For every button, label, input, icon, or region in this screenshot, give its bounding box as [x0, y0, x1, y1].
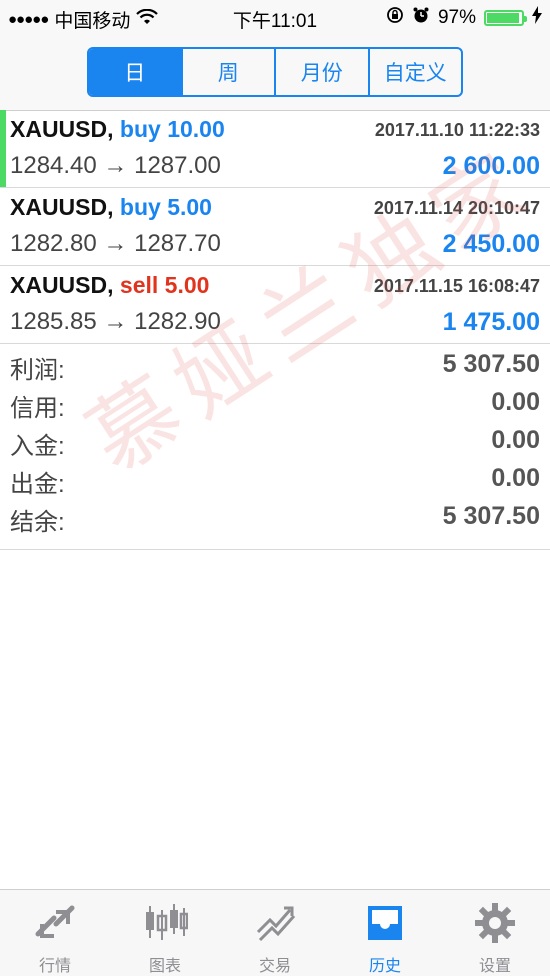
trade-profit: 2 600.00	[442, 152, 540, 180]
tab-label: 行情	[38, 958, 71, 975]
history-icon	[362, 900, 408, 946]
summary-value: 0.00	[491, 426, 540, 454]
trade-symbol: XAUUSD,	[10, 194, 114, 220]
tab-label: 图表	[148, 958, 181, 975]
period-bar: 日 周 月份 自定义	[0, 36, 550, 111]
trade-list: XAUUSD, buy 10.00 2017.11.10 11:22:33 12…	[0, 110, 550, 344]
trade-volume: 5.00	[164, 272, 210, 298]
segment-day[interactable]: 日	[89, 49, 181, 95]
segment-month[interactable]: 月份	[274, 49, 368, 95]
segment-week[interactable]: 周	[180, 49, 275, 95]
summary-label: 结余:	[10, 509, 65, 536]
tab-label: 历史	[368, 958, 401, 975]
battery-fill	[487, 13, 519, 23]
summary-row-withdrawal: 出金: 0.00	[0, 458, 550, 498]
trade-side: buy	[119, 194, 161, 220]
status-right: 97%	[386, 6, 542, 30]
trade-profit: 1 475.00	[442, 308, 540, 336]
trade-row[interactable]: XAUUSD, buy 5.00 2017.11.14 20:10:47 128…	[0, 188, 550, 266]
chart-icon	[142, 900, 188, 946]
status-bar: ●●●●● 中国移动 下午11:01 97%	[0, 0, 550, 36]
quotes-icon	[32, 900, 78, 946]
tab-quotes[interactable]: 行情	[0, 890, 110, 976]
trade-profit: 2 450.00	[442, 230, 540, 258]
charging-icon	[532, 6, 542, 30]
trade-row[interactable]: XAUUSD, buy 10.00 2017.11.10 11:22:33 12…	[0, 110, 550, 188]
summary-value: 0.00	[491, 464, 540, 492]
trade-side: sell	[119, 272, 159, 298]
tab-bar: 行情 图表 交易 历史 设置	[0, 889, 550, 976]
summary-label: 出金:	[10, 471, 65, 498]
trade-title: XAUUSD, buy 10.00	[10, 116, 225, 143]
account-summary: 利润: 5 307.50 信用: 0.00 入金: 0.00 出金: 0.00 …	[0, 344, 550, 550]
settings-icon	[472, 900, 518, 946]
summary-row-deposit: 入金: 0.00	[0, 420, 550, 460]
summary-value: 5 307.50	[442, 350, 540, 378]
trade-title: XAUUSD, buy 5.00	[10, 194, 212, 221]
tab-chart[interactable]: 图表	[110, 890, 220, 976]
trade-side: buy	[119, 116, 161, 142]
summary-label: 信用:	[10, 395, 65, 422]
trade-row[interactable]: XAUUSD, sell 5.00 2017.11.15 16:08:47 12…	[0, 266, 550, 344]
segment-custom[interactable]: 自定义	[367, 49, 462, 95]
trade-symbol: XAUUSD,	[10, 272, 114, 298]
alarm-icon	[412, 6, 430, 30]
summary-label: 入金:	[10, 433, 65, 460]
tab-label: 设置	[478, 958, 511, 975]
trade-icon	[252, 900, 298, 946]
trade-volume: 5.00	[167, 194, 212, 220]
tab-trade[interactable]: 交易	[220, 890, 330, 976]
trade-time: 2017.11.15 16:08:47	[373, 276, 540, 296]
rotation-lock-icon	[386, 6, 404, 30]
period-segmented-control: 日 周 月份 自定义	[87, 47, 463, 97]
trade-prices: 1284.40 → 1287.00	[10, 152, 221, 179]
trade-prices: 1282.80 → 1287.70	[10, 230, 221, 257]
summary-row-credit: 信用: 0.00	[0, 382, 550, 422]
trade-symbol: XAUUSD,	[10, 116, 114, 142]
summary-row-balance: 结余: 5 307.50	[0, 496, 550, 536]
trade-prices: 1285.85 → 1282.90	[10, 308, 221, 335]
trade-time: 2017.11.10 11:22:33	[374, 120, 540, 140]
summary-row-profit: 利润: 5 307.50	[0, 344, 550, 384]
tab-settings[interactable]: 设置	[440, 890, 550, 976]
trade-time: 2017.11.14 20:10:47	[373, 198, 540, 218]
trade-volume: 10.00	[167, 116, 225, 142]
battery-percent: 97%	[437, 7, 476, 28]
tab-label: 交易	[258, 958, 291, 975]
summary-value: 0.00	[491, 388, 540, 416]
trade-title: XAUUSD, sell 5.00	[10, 272, 209, 299]
summary-label: 利润:	[10, 357, 65, 384]
summary-value: 5 307.50	[442, 502, 540, 530]
battery-icon	[484, 10, 527, 26]
tab-history[interactable]: 历史	[330, 890, 440, 976]
